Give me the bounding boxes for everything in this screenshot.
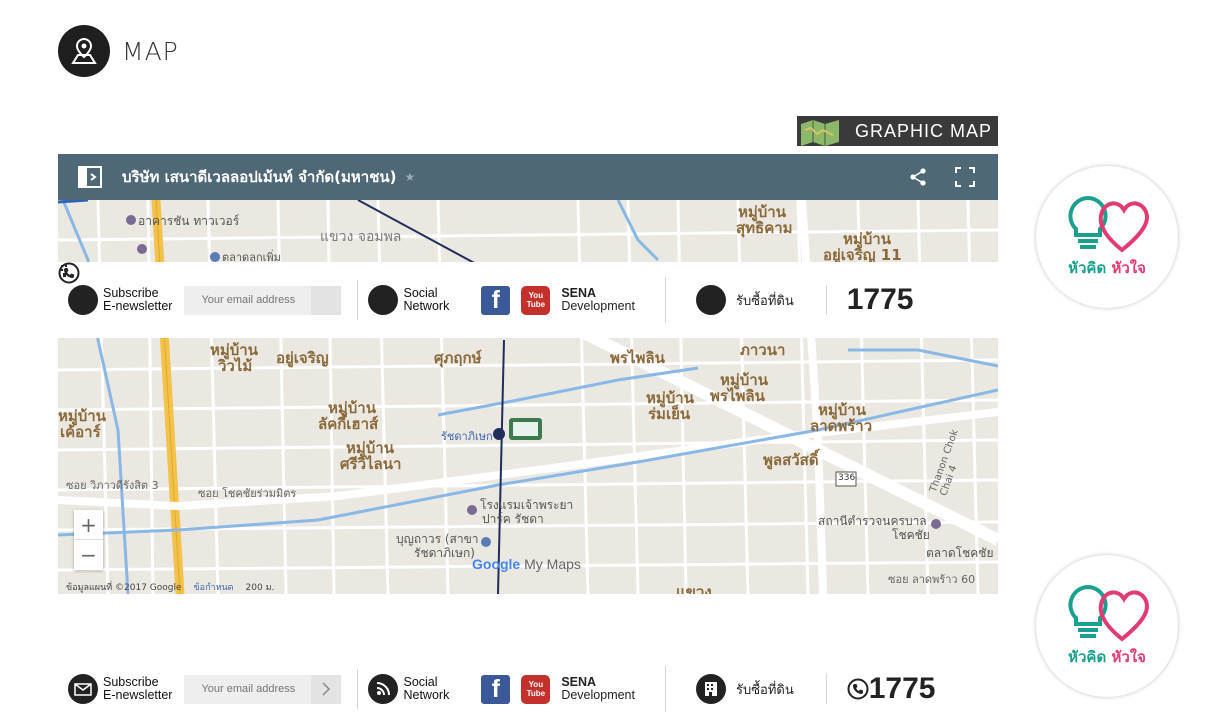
phone-icon (847, 678, 869, 700)
map-label: ตลาดโชคชัย (926, 546, 994, 560)
social-network-label: Social Network (403, 675, 450, 702)
zoom-out-button[interactable]: − (74, 540, 103, 570)
envelope-icon (68, 674, 98, 704)
embedded-map[interactable]: บริษัท เสนาดีเวลลอปเม้นท์ จำกัด(มหาชน) ★ (58, 154, 998, 594)
map-label: ศรีวิไลนา (340, 455, 402, 473)
footer-strip: Subscribe E-newsletter Social Network f … (58, 651, 998, 727)
buy-land-link[interactable]: รับซื้อที่ดิน (736, 290, 794, 311)
newsletter-form (184, 674, 342, 704)
hua-kid-hua-jai-badge[interactable]: หัวคิด หัวใจ (1036, 166, 1178, 308)
map-attribution: ข้อมูลแผนที่ ©2017 Google ข้อกำหนด 200 ม… (66, 580, 274, 594)
divider (664, 277, 666, 323)
graphic-map-button[interactable]: GRAPHIC MAP (797, 116, 998, 146)
fullscreen-icon[interactable] (955, 167, 975, 191)
map-label: เค้อาร์ (60, 423, 101, 441)
hua-kid-hua-jai-badge[interactable]: หัวคิด หัวใจ (1036, 555, 1178, 697)
terms-link[interactable]: ข้อกำหนด (194, 580, 234, 594)
legend-toggle-icon[interactable] (78, 165, 102, 189)
social-network-label: Social Network (403, 286, 450, 313)
google-my-maps-logo: Google My Maps (472, 556, 581, 572)
divider (357, 280, 359, 320)
zoom-control: + − (74, 510, 103, 570)
footer-strip: Subscribe E-newsletter Social Network f … (58, 262, 998, 338)
mrt-station-icon (493, 428, 505, 440)
sena-development-label: SENA Development (561, 286, 635, 313)
map-label: รัชดาภิเษก (441, 430, 493, 443)
submit-arrow-button[interactable] (59, 263, 342, 315)
map-label: ลัคกี้เฮาส์ (318, 415, 379, 433)
map-label: สุทธิคาม (736, 219, 793, 237)
map-label: ซอย ลาดพร้าว 60 (888, 573, 976, 586)
building-icon (695, 674, 726, 704)
map-header-bar: บริษัท เสนาดีเวลลอปเม้นท์ จำกัด(มหาชน) ★ (58, 154, 998, 200)
map-label: พูลสวัสดิ์ (763, 451, 819, 469)
phone-icon (58, 262, 80, 284)
youtube-icon[interactable]: You Tube (521, 285, 551, 315)
facebook-icon[interactable]: f (481, 674, 511, 704)
map-label: อยู่เจริญ (276, 349, 329, 367)
envelope-icon (58, 262, 98, 315)
map-label: โชคชัย (892, 528, 930, 542)
subscribe-label: Subscribe E-newsletter (103, 675, 173, 702)
rss-icon (368, 674, 399, 704)
email-input[interactable] (184, 674, 312, 704)
map-pin-icon (58, 25, 110, 77)
map-label: รัชดาภิเษก) (414, 546, 475, 560)
map-canvas[interactable]: อาคารชัน ทาวเวอร์ ตลาดลูกเพิ่ม แขวง จอมพ… (58, 200, 998, 594)
map-label: ลาดพร้าว (810, 417, 873, 435)
buy-land-link[interactable]: รับซื้อที่ดิน (736, 679, 794, 700)
newsletter-form (59, 263, 342, 315)
page-title: MAP (122, 36, 179, 66)
map-label: อาคารชัน ทาวเวอร์ (138, 214, 240, 228)
hotline-number[interactable]: 1775 (58, 262, 914, 317)
zoom-in-button[interactable]: + (74, 510, 103, 540)
divider (825, 674, 827, 704)
map-label: พรไพลิน (610, 349, 665, 367)
map-heading: MAP (58, 25, 179, 77)
map-label: ภาวนา (740, 341, 786, 359)
hotline-number[interactable]: 1775 (847, 672, 936, 706)
lightbulb-heart-icon (1068, 584, 1149, 642)
graphic-map-label: GRAPHIC MAP (855, 120, 993, 141)
map-label: วิวไม้ (218, 357, 253, 375)
map-label: ซอย วิภาวดีรังสิต 3 (66, 479, 159, 492)
divider (825, 285, 827, 315)
facebook-icon[interactable]: f (481, 285, 511, 315)
folded-map-icon (797, 116, 845, 146)
star-icon[interactable]: ★ (405, 170, 416, 184)
submit-arrow-button[interactable] (311, 674, 342, 704)
divider (664, 666, 666, 712)
lightbulb-heart-icon (1068, 195, 1149, 253)
map-label: ศุภฤกษ์ (434, 349, 482, 367)
sena-development-label: SENA Development (561, 675, 635, 702)
subscribe-label: Subscribe E-newsletter (103, 286, 173, 313)
rss-icon (58, 262, 399, 315)
email-input[interactable] (184, 285, 312, 315)
divider (357, 669, 359, 709)
map-label: แขวง (676, 583, 712, 594)
building-icon (59, 263, 726, 315)
map-label: แขวง จอมพล (320, 229, 402, 245)
map-label: 336 (838, 473, 856, 483)
map-label: ปาร์ค รัชดา (482, 512, 544, 526)
share-icon[interactable] (908, 167, 928, 191)
youtube-icon[interactable]: You Tube (521, 674, 551, 704)
map-label: พรไพลิน (710, 387, 765, 405)
map-label: ซอย โชคชัยร่วมมิตร (198, 487, 297, 500)
map-label: ร่มเย็น (648, 405, 691, 423)
map-title: บริษัท เสนาดีเวลลอปเม้นท์ จำกัด(มหาชน) (122, 168, 397, 186)
